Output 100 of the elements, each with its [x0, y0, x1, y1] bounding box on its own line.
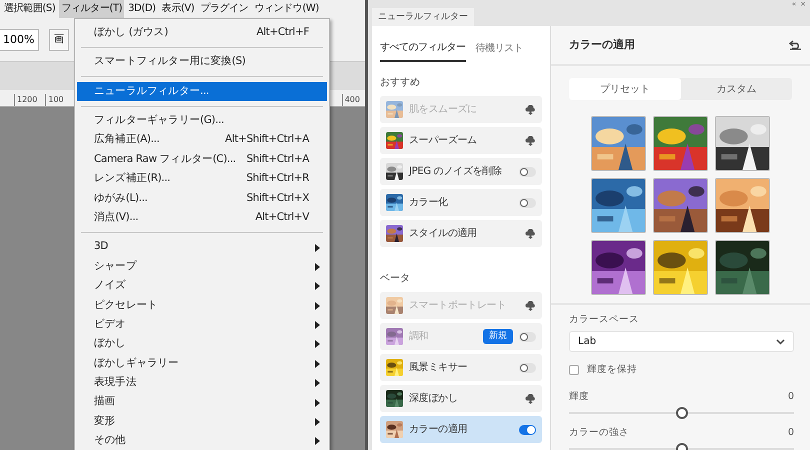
filter-row[interactable]: スタイルの適用 [380, 220, 542, 247]
menu-item-label: スマートフィルター用に変換(S) [94, 54, 246, 70]
menu-item-label: ビデオ [94, 316, 126, 332]
slider-value: 0 [788, 390, 794, 404]
ruler-label: 1200 [14, 94, 38, 106]
checkbox[interactable] [569, 365, 579, 376]
cloud-download-icon[interactable] [525, 394, 536, 404]
panel-title: カラーの適用 [569, 36, 635, 53]
submenu-arrow-icon [315, 321, 320, 330]
menu-item[interactable]: Camera Raw フィルター(C)... Shift+Ctrl+A [75, 150, 329, 170]
menu-item[interactable]: 描画 [75, 392, 329, 412]
menu-item-label: ピクセレート [94, 298, 158, 312]
menu-item[interactable]: フィルター(T) [59, 0, 124, 18]
toggle-switch[interactable] [519, 166, 536, 176]
menu-item[interactable]: シャープ [75, 256, 329, 276]
menu-item[interactable]: 表示(V) [160, 0, 196, 18]
menu-item[interactable]: 3D [75, 238, 329, 257]
submenu-arrow-icon [315, 418, 320, 426]
menu-item[interactable]: ぼかし [75, 334, 329, 354]
submenu-arrow-icon [315, 244, 320, 252]
toggle-switch[interactable] [519, 424, 536, 434]
filter-label: カラーの適用 [409, 422, 468, 437]
filter-label: スーパーズーム [409, 134, 477, 148]
menu-item-label: 描画 [94, 394, 116, 410]
filter-tab[interactable]: 待機リスト [476, 40, 523, 62]
shortcut-label: Shift+Ctrl+A [246, 152, 309, 167]
filter-label: JPEG のノイズを削除 [409, 164, 502, 179]
filter-label: 調和 [409, 330, 428, 344]
menu-item-label: ゆがみ(L)... [94, 190, 148, 206]
shortcut-label: Alt+Shift+Ctrl+A [225, 132, 309, 148]
menu-item[interactable]: ニューラルフィルター... [77, 82, 327, 102]
cloud-download-icon[interactable] [525, 136, 536, 146]
cloud-download-icon[interactable] [525, 228, 536, 238]
menu-item[interactable]: 消点(V)... Alt+Ctrl+V [75, 208, 329, 228]
menu-item-label: フィルターギャラリー(G)... [94, 112, 224, 128]
filter-label: スタイルの適用 [409, 226, 477, 241]
menu-item-label: ニューラルフィルター... [94, 84, 209, 99]
slider-thumb[interactable] [676, 406, 688, 419]
zoom-field[interactable]: 100% [0, 28, 39, 50]
menu-item-label: 変形 [94, 414, 116, 429]
filter-row[interactable]: カラーの適用 [380, 416, 542, 443]
segment-tab[interactable]: カスタム [680, 78, 792, 100]
menu-item[interactable]: ビデオ [75, 315, 329, 334]
menu-item-label: 広角補正(A)... [94, 132, 160, 148]
menu-item-label: Camera Raw フィルター(C)... [94, 152, 236, 167]
menu-item[interactable]: フィルターギャラリー(G)... [75, 111, 329, 131]
new-badge: 新規 [483, 328, 513, 344]
submenu-arrow-icon [315, 437, 320, 446]
menu-item[interactable]: 変形 [75, 412, 329, 432]
ruler-label: 400 [342, 94, 360, 106]
menu-item[interactable]: ぼかし (ガウス) Alt+Ctrl+F [75, 23, 329, 42]
menu-item[interactable]: ゆがみ(L)... Shift+Ctrl+X [75, 188, 329, 208]
menu-item[interactable]: スマートフィルター用に変換(S) [75, 52, 329, 72]
filter-label: 肌をスムーズに [409, 103, 477, 117]
menu-item-label: 表現手法 [94, 375, 136, 390]
menu-item[interactable]: 選択範囲(S) [2, 0, 58, 18]
shortcut-label: Alt+Ctrl+V [255, 210, 309, 225]
filter-label: 風景ミキサー [409, 360, 468, 375]
filter-row[interactable]: JPEG のノイズを削除 [380, 158, 542, 185]
submenu-arrow-icon [315, 302, 320, 310]
menu-item-label: ノイズ [94, 278, 126, 294]
shortcut-label: Alt+Ctrl+F [256, 24, 309, 40]
reset-icon[interactable] [789, 40, 802, 50]
menu-item[interactable]: 3D(D) [126, 0, 158, 18]
filter-row[interactable]: 深度ぼかし [380, 385, 542, 412]
filter-label: カラー化 [409, 196, 448, 210]
filter-label: 深度ぼかし [409, 392, 458, 406]
menu-item[interactable]: その他 [75, 431, 329, 450]
menu-item[interactable]: プラグイン [198, 0, 250, 18]
filter-row[interactable]: カラー化 [380, 189, 542, 216]
ruler-label: 100 [45, 94, 64, 106]
menu-item[interactable]: 表現手法 [75, 373, 329, 393]
filter-row[interactable]: スーパーズーム [380, 127, 542, 154]
menu-item-label: レンズ補正(R)... [94, 171, 170, 186]
menu-item[interactable]: 広角補正(A)... Alt+Shift+Ctrl+A [75, 130, 329, 150]
menu-item[interactable]: ぼかしギャラリー [75, 354, 329, 374]
menu-item-label: シャープ [94, 258, 136, 274]
menu-item[interactable]: レンズ補正(R)... Shift+Ctrl+R [75, 169, 329, 189]
submenu-arrow-icon [315, 262, 320, 271]
section-heading: おすすめ [380, 76, 421, 90]
menu-item-label: 3D [94, 239, 108, 254]
menu-item-label: 消点(V)... [94, 210, 138, 225]
color-space-dropdown[interactable]: Lab [569, 331, 794, 352]
chevron-down-icon [776, 338, 785, 345]
menu-item[interactable]: ピクセレート [75, 296, 329, 316]
segment-tab[interactable]: プリセット [569, 78, 680, 100]
panel-tab[interactable]: ニューラルフィルター [372, 8, 474, 26]
slider-label: カラーの強さ [569, 426, 629, 440]
toggle-switch[interactable] [519, 362, 536, 372]
menu-item-label: ぼかし [94, 336, 126, 352]
submenu-arrow-icon [315, 282, 320, 290]
section-heading: ベータ [380, 272, 411, 286]
toggle-switch[interactable] [519, 198, 536, 208]
filter-row[interactable]: 風景ミキサー [380, 354, 542, 381]
toolbar-button[interactable]: 画 [49, 28, 69, 50]
menu-item[interactable]: ノイズ [75, 276, 329, 296]
submenu-arrow-icon [315, 398, 320, 407]
menu-item[interactable]: ウィンドウ(W) [252, 0, 321, 18]
filter-tab[interactable]: すべてのフィルター [380, 40, 466, 62]
submenu-arrow-icon [315, 379, 320, 388]
